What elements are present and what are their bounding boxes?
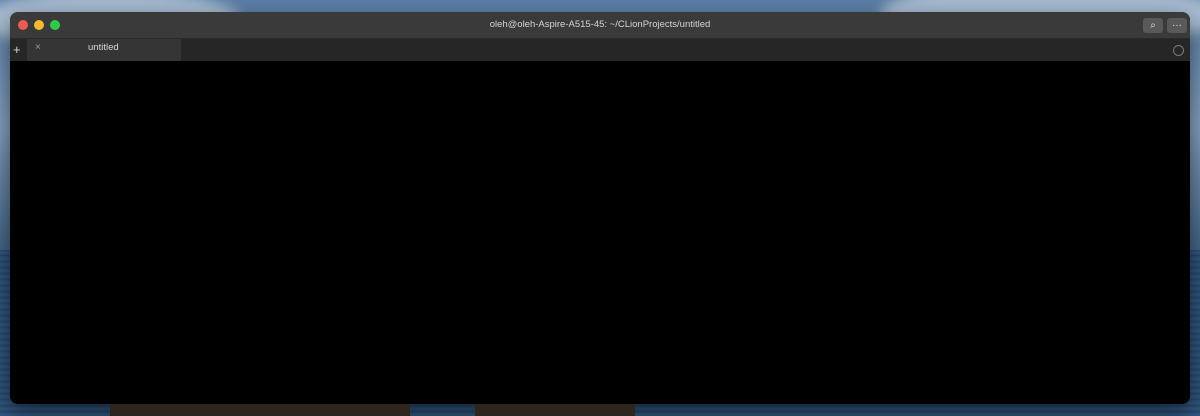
search-icon: ⌕: [1150, 20, 1156, 31]
tab-untitled[interactable]: × untitled: [27, 39, 181, 61]
new-tab-button[interactable]: +: [13, 41, 21, 59]
title-bar[interactable]: oleh@oleh-Aspire-A515-45: ~/CLionProject…: [10, 12, 1190, 39]
plus-icon: +: [13, 42, 21, 57]
search-button[interactable]: ⌕: [1143, 18, 1163, 33]
tab-bar: + × untitled: [10, 39, 1190, 62]
desktop-background: oleh@oleh-Aspire-A515-45: ~/CLionProject…: [0, 0, 1200, 416]
activity-indicator-icon: [1173, 45, 1184, 56]
more-options-button[interactable]: ···: [1167, 18, 1187, 33]
tab-label: untitled: [88, 42, 119, 53]
more-icon: ···: [1172, 20, 1182, 31]
window-title: oleh@oleh-Aspire-A515-45: ~/CLionProject…: [489, 19, 711, 30]
terminal-output-area[interactable]: [10, 61, 1190, 404]
close-tab-icon[interactable]: ×: [35, 42, 41, 53]
terminal-window: oleh@oleh-Aspire-A515-45: ~/CLionProject…: [10, 12, 1190, 404]
